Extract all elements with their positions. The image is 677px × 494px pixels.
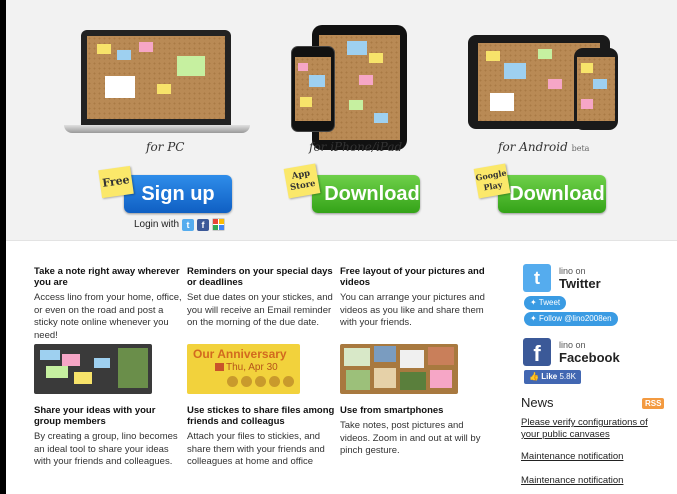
news-heading: News [521,395,554,410]
iphone-image [291,46,335,132]
feature-share-ideas: Share your ideas with your group members… [34,405,184,469]
android-label: for Android beta [498,140,589,154]
twitter-login-icon[interactable]: t [182,218,195,231]
anniversary-reminder-thumbnail: Our Anniversary Thu, Apr 30 [187,344,300,394]
twitter-bird-icon[interactable]: t [523,264,551,292]
signup-label: Sign up [141,183,215,205]
tweet-label: Tweet [538,298,561,307]
android-beta-badge: beta [571,144,590,153]
facebook-f-icon[interactable]: f [523,338,551,366]
facebook-name[interactable]: Facebook [559,350,620,365]
hero-section: for PC for iPhone/iPad for Android beta … [6,0,677,241]
reminder-thumb-icons [227,376,294,387]
feature-title: Take a note right away wherever you are [34,266,180,288]
appstore-sticky-badge: App Store [283,163,321,199]
like-count: 5.8K [559,372,576,381]
tweet-button[interactable]: ✦ Tweet [524,296,567,310]
lino-landing-page: for PC for iPhone/iPad for Android beta … [6,0,677,494]
follow-button[interactable]: ✦ Follow @lino2008en [524,312,618,326]
googleplay-download-button[interactable]: Download [498,175,606,213]
photo-layout-thumbnail [340,344,458,394]
facebook-login-icon[interactable]: f [197,218,210,231]
reminder-thumb-title: Our Anniversary [193,347,287,361]
tweet-bird-icon: ✦ [530,298,537,307]
feature-body: Access lino from your home, office, or e… [34,292,182,341]
follow-bird-icon: ✦ [530,314,537,323]
reminder-thumb-date: Thu, Apr 30 [215,362,278,373]
twitter-name[interactable]: Twitter [559,276,601,291]
news-link-maintenance-2[interactable]: Maintenance notification [521,475,623,487]
feature-body: Attach your files to stickies, and share… [187,431,325,467]
feature-take-note: Take a note right away wherever you are … [34,266,184,342]
iphone-ipad-label: for iPhone/iPad [309,140,403,154]
feature-smartphones: Use from smartphones Take notes, post pi… [340,405,490,458]
feature-body: Take notes, post pictures and videos. Zo… [340,420,481,456]
login-with-row: Login with t f [134,218,226,231]
feature-title: Share your ideas with your group members [34,405,156,427]
like-label: Like [541,372,558,381]
feature-title: Use stickes to share files among friends… [187,405,335,427]
appstore-download-button[interactable]: Download [312,175,420,213]
googleplay-sticky-badge: Google Play [473,163,511,199]
google-login-icon[interactable] [212,218,226,231]
follow-label: Follow @lino2008en [538,314,612,323]
googleplay-download-label: Download [509,183,605,205]
laptop-base [64,125,250,133]
news-link-maintenance-1[interactable]: Maintenance notification [521,451,623,463]
feature-title: Free layout of your pictures and videos [340,266,485,288]
appstore-download-label: Download [324,183,420,205]
thumbs-up-icon: 👍 [529,372,539,381]
feature-share-files: Use stickes to share files among friends… [187,405,337,469]
feature-free-layout: Free layout of your pictures and videos … [340,266,490,330]
twitter-prefix: lino on [559,266,586,276]
feature-title: Reminders on your special days or deadli… [187,266,333,288]
facebook-prefix: lino on [559,340,586,350]
feature-body: By creating a group, lino becomes an ide… [34,431,178,467]
pc-label: for PC [146,140,185,154]
calendar-icon [215,363,224,371]
news-link-verify-configurations[interactable]: Please verify configurations of your pub… [521,417,656,441]
signup-button[interactable]: Sign up [124,175,232,213]
login-with-label: Login with [134,219,180,230]
rss-badge[interactable]: RSS [642,398,665,409]
feature-title: Use from smartphones [340,405,444,416]
feature-reminders: Reminders on your special days or deadli… [187,266,337,330]
feature-body: Set due dates on your stickes, and you w… [187,292,333,328]
sticky-notes-thumbnail [34,344,152,394]
android-phone-image [574,48,618,130]
feature-body: You can arrange your pictures and videos… [340,292,485,328]
android-label-text: for Android [498,140,568,154]
free-sticky-badge: Free [98,165,134,199]
reminder-thumb-date-text: Thu, Apr 30 [226,362,278,373]
pc-laptop-image [81,30,231,125]
facebook-like-button[interactable]: 👍 Like 5.8K [524,370,581,384]
